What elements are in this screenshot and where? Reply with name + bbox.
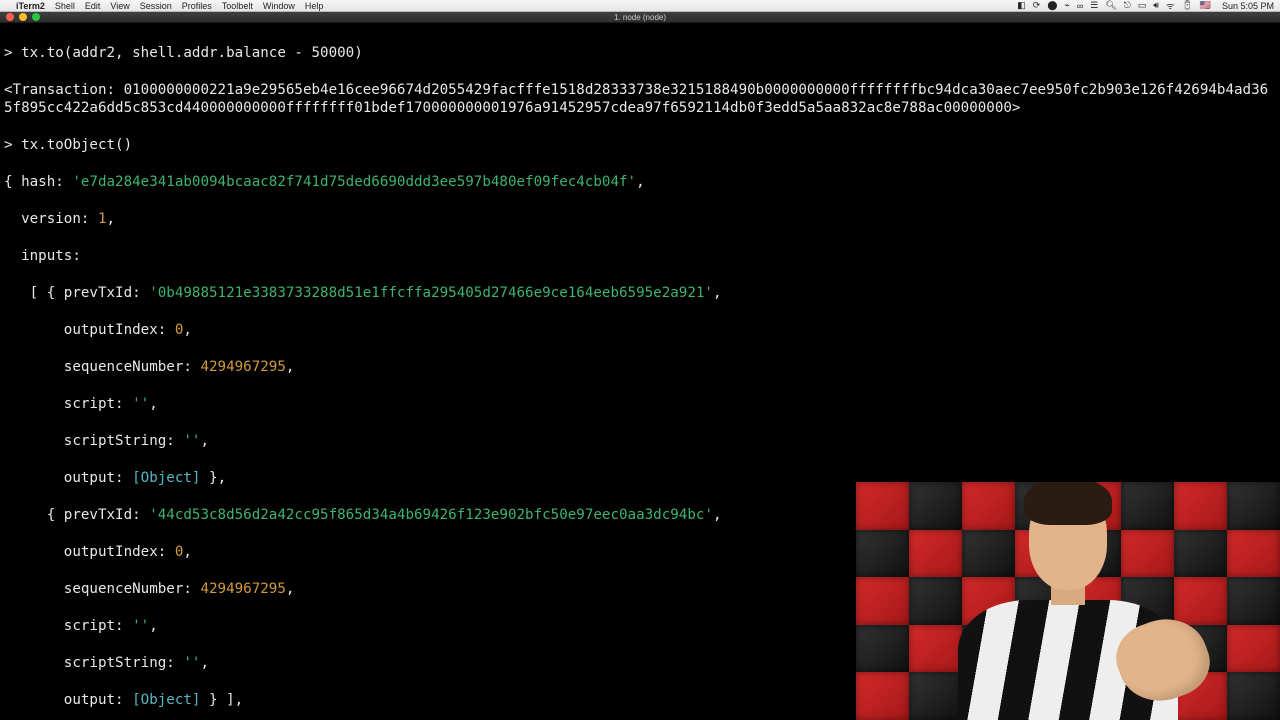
terminal-line: script: '', [4,395,1276,414]
menu-edit[interactable]: Edit [85,1,101,11]
terminal-line: [ { prevTxId: '0b49885121e3383733288d51e… [4,284,1276,303]
terminal-line: inputs: [4,247,1276,266]
terminal-line: scriptString: '', [4,432,1276,451]
volume-icon[interactable]: 🔊︎ [1153,0,1159,11]
battery-icon[interactable]: 🔋︎ [1181,0,1192,11]
menu-shell[interactable]: Shell [55,1,75,11]
terminal-line: outputIndex: 0, [4,321,1276,340]
search-icon[interactable]: 🔍︎ [1105,0,1116,11]
menubar-app[interactable]: iTerm2 [16,1,45,11]
status-icon[interactable]: ⎋ [1124,0,1131,11]
terminal-line: <Transaction: 0100000000221a9e29565eb4e1… [4,81,1276,118]
status-icon[interactable]: ⬤ [1047,0,1057,11]
display-icon[interactable]: ▭ [1138,0,1147,11]
menubar-right: ◧ ⟳ ⬤ ⌁ ∞ ☰ 🔍︎ ⎋ ▭ 🔊︎ ᯤ 🔋︎ 🇺🇸 Sun 5:05 P… [1017,0,1274,12]
wifi-icon[interactable]: ᯤ [1166,0,1174,12]
menu-session[interactable]: Session [140,1,172,11]
menu-profiles[interactable]: Profiles [182,1,212,11]
menu-window[interactable]: Window [263,1,295,11]
status-icon[interactable]: ◧ [1017,0,1026,11]
menu-help[interactable]: Help [305,1,324,11]
window-title: 1. node (node) [0,13,1280,22]
presenter [938,520,1198,720]
menubar-left: iTerm2 Shell Edit View Session Profiles … [6,1,323,11]
menu-view[interactable]: View [110,1,129,11]
macos-menubar: iTerm2 Shell Edit View Session Profiles … [0,0,1280,12]
webcam-overlay [856,482,1280,720]
status-icon[interactable]: ∞ [1077,1,1083,11]
terminal-line: > tx.toObject() [4,136,1276,155]
status-icon[interactable]: ⟳ [1033,0,1041,11]
status-icon[interactable]: ⌁ [1064,0,1069,11]
flag-icon[interactable]: 🇺🇸 [1200,0,1211,11]
status-icon[interactable]: ☰ [1090,0,1098,11]
terminal-line: version: 1, [4,210,1276,229]
terminal-line: { hash: 'e7da284e341ab0094bcaac82f741d75… [4,173,1276,192]
window-titlebar[interactable]: 1. node (node) [0,12,1280,23]
menu-toolbelt[interactable]: Toolbelt [222,1,253,11]
terminal-line: > tx.to(addr2, shell.addr.balance - 5000… [4,44,1276,63]
menubar-clock[interactable]: Sun 5:05 PM [1222,1,1274,11]
terminal-line: sequenceNumber: 4294967295, [4,358,1276,377]
